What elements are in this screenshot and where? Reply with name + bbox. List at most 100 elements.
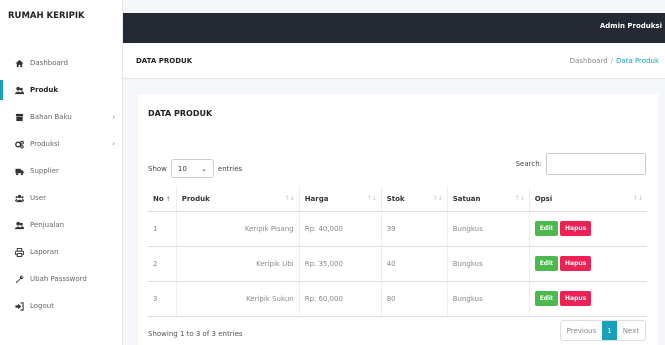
sidebar-item-label: Ubah Passsword: [30, 275, 87, 283]
length-control: Show 10 ⌄ entries: [148, 159, 242, 178]
cell-no: 1: [148, 211, 177, 247]
gears-icon: [14, 139, 24, 149]
column-header-produk[interactable]: Produk ↑↓: [176, 187, 300, 212]
sidebar-item-penjualan[interactable]: Penjualan: [0, 215, 123, 235]
sidebar-item-label: Produk: [30, 86, 59, 94]
search-input[interactable]: [546, 153, 646, 175]
sidebar-item-label: Produksi: [30, 140, 60, 148]
sidebar-item-produksi[interactable]: Produksi ›: [0, 134, 123, 154]
show-label: Show: [148, 164, 167, 173]
cell-stok: 39: [381, 211, 448, 247]
breadcrumb-separator: /: [610, 57, 614, 65]
cell-stok: 40: [381, 246, 448, 282]
chevron-right-icon: ›: [112, 140, 115, 148]
column-header-label: Opsi: [534, 194, 553, 203]
page-title: DATA PRODUK: [136, 57, 193, 65]
sidebar-item-label: Penjualan: [30, 221, 65, 229]
cell-satuan: Bungkus: [447, 211, 530, 247]
sidebar-item-label: Supplier: [30, 167, 59, 175]
cell-opsi: Edit Hapus: [529, 281, 647, 317]
cell-produk: Keripik Pisang: [176, 211, 300, 247]
column-header-label: No: [153, 194, 164, 203]
entries-label: entries: [217, 164, 243, 173]
table-row: 3 Keripik Sukun Rp. 60,000 80 Bungkus Ed…: [148, 281, 647, 317]
table-row: 1 Keripik Pisang Rp. 40,000 39 Bungkus E…: [148, 211, 647, 247]
breadcrumb: Dashboard / Data Produk: [570, 57, 659, 65]
sidebar-item-user[interactable]: User: [0, 188, 123, 208]
column-header-harga[interactable]: Harga ↑↓: [299, 187, 382, 212]
pagination: Previous 1 Next: [559, 320, 646, 341]
edit-button[interactable]: Edit: [534, 291, 559, 306]
logout-icon: [14, 301, 24, 311]
sidebar-item-label: Dashboard: [30, 59, 68, 67]
column-header-opsi[interactable]: Opsi ↑↓: [529, 187, 647, 212]
cell-opsi: Edit Hapus: [529, 246, 647, 282]
cell-no: 3: [148, 281, 177, 317]
next-button[interactable]: Next: [617, 321, 645, 340]
column-header-label: Stok: [386, 194, 405, 203]
home-icon: [14, 58, 24, 68]
hapus-button[interactable]: Hapus: [560, 256, 592, 271]
previous-button[interactable]: Previous: [561, 321, 603, 340]
sort-icon: ↑↓: [432, 195, 443, 202]
sidebar-item-logout[interactable]: Logout: [0, 296, 123, 316]
sidebar-item-label: User: [30, 194, 46, 202]
admin-user-menu[interactable]: Admin Produksi: [600, 22, 662, 30]
column-header-no[interactable]: No ↑: [148, 187, 177, 212]
column-header-stok[interactable]: Stok ↑↓: [381, 187, 448, 212]
cell-stok: 80: [381, 281, 448, 317]
sidebar: RUMAH KERIPIK Dashboard Produk Bahan Bak…: [0, 0, 123, 345]
search-label: Search:: [515, 160, 542, 168]
entries-length-value: 10: [177, 164, 187, 173]
sort-icon: ↑↓: [366, 195, 377, 202]
hapus-button[interactable]: Hapus: [560, 291, 592, 306]
cell-harga: Rp. 60,000: [299, 281, 382, 317]
table-header-row: No ↑ Produk ↑↓ Harga ↑↓ Stok ↑↓ Satuan ↑↓ Ops…: [148, 187, 647, 212]
column-header-label: Satuan: [452, 194, 481, 203]
brand-title: RUMAH KERIPIK: [8, 11, 85, 21]
user-group-icon: [14, 193, 24, 203]
sort-asc-icon: ↑: [165, 195, 171, 203]
cell-harga: Rp. 35,000: [299, 246, 382, 282]
sidebar-item-ubah-password[interactable]: Ubah Passsword: [0, 269, 123, 289]
sidebar-item-label: Bahan Baku: [30, 113, 72, 121]
cell-produk: Keripik Ubi: [176, 246, 300, 282]
wrench-icon: [14, 274, 24, 284]
page-1-button[interactable]: 1: [602, 321, 617, 340]
sidebar-item-supplier[interactable]: Supplier: [0, 161, 123, 181]
edit-button[interactable]: Edit: [534, 221, 559, 236]
sidebar-item-laporan[interactable]: Laporan: [0, 242, 123, 262]
breadcrumb-dashboard-link[interactable]: Dashboard: [570, 57, 608, 65]
page-header: DATA PRODUK Dashboard / Data Produk: [123, 43, 665, 79]
breadcrumb-current: Data Produk: [616, 57, 659, 65]
cell-produk: Keripik Sukun: [176, 281, 300, 317]
topbar: Admin Produksi: [123, 13, 665, 43]
sidebar-item-label: Logout: [30, 302, 54, 310]
sidebar-item-label: Laporan: [30, 248, 59, 256]
print-icon: [14, 247, 24, 257]
sidebar-item-bahan-baku[interactable]: Bahan Baku ›: [0, 107, 123, 127]
table-info: Showing 1 to 3 of 3 entries: [148, 330, 243, 338]
box-icon: [14, 112, 24, 122]
sort-icon: ↑↓: [632, 195, 643, 202]
sort-icon: ↑↓: [514, 195, 525, 202]
hapus-button[interactable]: Hapus: [560, 221, 592, 236]
search-control: Search:: [516, 153, 646, 175]
chevron-right-icon: ›: [112, 113, 115, 121]
column-header-satuan[interactable]: Satuan ↑↓: [447, 187, 530, 212]
sort-icon: ↑↓: [284, 195, 295, 202]
cell-satuan: Bungkus: [447, 281, 530, 317]
table-row: 2 Keripik Ubi Rp. 35,000 40 Bungkus Edit…: [148, 246, 647, 282]
sidebar-item-dashboard[interactable]: Dashboard: [0, 53, 123, 73]
users-icon: [14, 220, 24, 230]
entries-length-select[interactable]: 10 ⌄: [170, 159, 214, 178]
sidebar-item-produk[interactable]: Produk: [0, 80, 123, 100]
users-icon: [14, 85, 24, 95]
edit-button[interactable]: Edit: [534, 256, 559, 271]
column-header-label: Harga: [304, 194, 329, 203]
card-title: DATA PRODUK: [148, 109, 213, 118]
cell-no: 2: [148, 246, 177, 282]
cell-opsi: Edit Hapus: [529, 211, 647, 247]
produk-table: No ↑ Produk ↑↓ Harga ↑↓ Stok ↑↓ Satuan ↑↓ Ops…: [148, 187, 647, 317]
cell-harga: Rp. 40,000: [299, 211, 382, 247]
